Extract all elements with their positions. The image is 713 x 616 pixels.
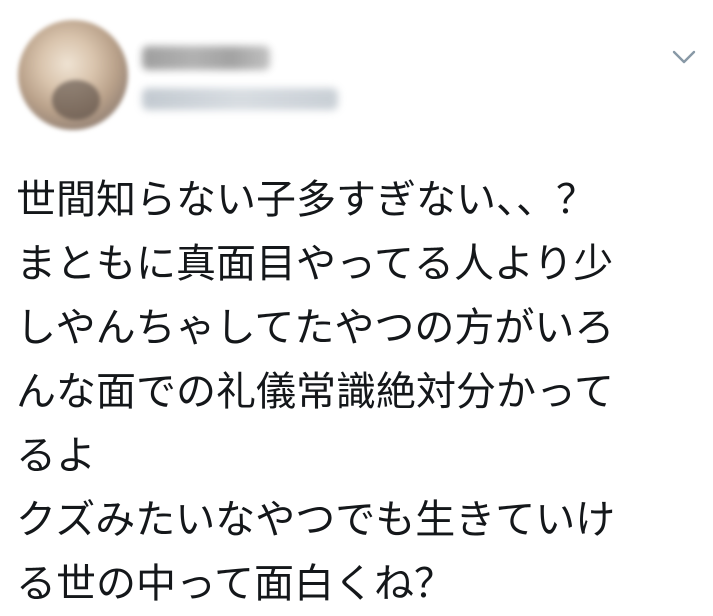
tweet-text-line: クズみたいなやつでも生きていけ [16, 497, 616, 543]
author-display-name[interactable] [142, 46, 270, 70]
chevron-down-icon[interactable] [669, 44, 699, 70]
tweet-text-line: るよ [16, 433, 96, 479]
tweet-text-line: んな面での礼儀常識絶対分かって [16, 369, 614, 415]
tweet-text-line: しやんちゃしてたやつの方がいろ [16, 305, 615, 351]
tweet-card: 世間知らない子多すぎない、、？ まともに真面目やってる人より少 しやんちゃしてた… [0, 0, 713, 616]
tweet-text: 世間知らない子多すぎない、、？ まともに真面目やってる人より少 しやんちゃしてた… [16, 168, 706, 616]
tweet-text-line: 世間知らない子多すぎない、、？ [16, 177, 596, 223]
tweet-text-line: まともに真面目やってる人より少 [16, 241, 614, 287]
tweet-text-line: る世の中って面白くね？ [16, 561, 454, 607]
avatar[interactable] [18, 20, 128, 130]
author-handle[interactable] [142, 88, 338, 110]
author-block[interactable] [142, 46, 338, 110]
